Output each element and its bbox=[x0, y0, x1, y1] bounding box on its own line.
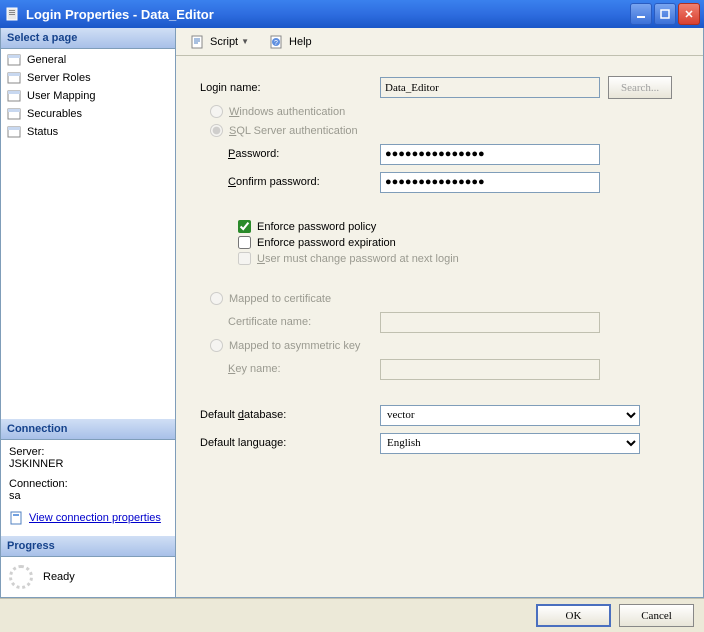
form-area: Login name: Search... Windows authentica… bbox=[176, 56, 703, 597]
must-change-checkbox: User must change password at next login bbox=[238, 252, 679, 265]
page-item-securables[interactable]: Securables bbox=[1, 105, 175, 123]
page-list: General Server Roles User Mapping Secura… bbox=[1, 49, 175, 143]
maximize-button[interactable] bbox=[654, 3, 676, 25]
script-label: Script bbox=[210, 36, 238, 48]
confirm-password-label: Confirm password: bbox=[200, 176, 380, 188]
search-button: Search... bbox=[608, 76, 672, 99]
windows-auth-radio: Windows authentication bbox=[210, 105, 679, 118]
window-title: Login Properties - Data_Editor bbox=[26, 7, 630, 22]
main-panel: Script ▼ ? Help Login name: Search... Wi… bbox=[176, 28, 703, 597]
script-dropdown-caret-icon: ▼ bbox=[241, 37, 249, 46]
view-connection-link-text[interactable]: View connection properties bbox=[29, 512, 161, 524]
default-lang-select[interactable]: English bbox=[380, 433, 640, 454]
connection-header: Connection bbox=[1, 419, 175, 440]
progress-spinner-icon bbox=[9, 565, 33, 589]
page-icon bbox=[7, 53, 23, 67]
login-name-label: Login name: bbox=[200, 82, 380, 94]
progress-status: Ready bbox=[43, 571, 75, 583]
default-lang-label: Default language: bbox=[200, 437, 380, 449]
default-db-label: Default database: bbox=[200, 409, 380, 421]
mapped-cert-radio: Mapped to certificate bbox=[210, 292, 679, 305]
page-icon bbox=[7, 71, 23, 85]
password-field[interactable] bbox=[380, 144, 600, 165]
server-label: Server: bbox=[9, 446, 167, 458]
button-bar: OK Cancel bbox=[0, 598, 704, 632]
svg-text:?: ? bbox=[274, 40, 278, 47]
page-item-user-mapping[interactable]: User Mapping bbox=[1, 87, 175, 105]
script-button[interactable]: Script ▼ bbox=[186, 32, 253, 52]
connection-label: Connection: bbox=[9, 478, 167, 490]
page-label: Securables bbox=[27, 108, 82, 120]
sql-auth-radio: SQL Server authentication bbox=[210, 124, 679, 137]
page-icon bbox=[7, 125, 23, 139]
page-label: General bbox=[27, 54, 66, 66]
view-connection-link[interactable]: View connection properties bbox=[9, 510, 167, 526]
cancel-button[interactable]: Cancel bbox=[619, 604, 694, 627]
enforce-policy-checkbox-input[interactable] bbox=[238, 220, 251, 233]
enforce-expiration-checkbox-input[interactable] bbox=[238, 236, 251, 249]
password-label: Password: bbox=[200, 148, 380, 160]
page-icon bbox=[7, 89, 23, 103]
progress-header: Progress bbox=[1, 536, 175, 557]
sql-auth-radio-input bbox=[210, 124, 223, 137]
must-change-checkbox-input bbox=[238, 252, 251, 265]
sidebar: Select a page General Server Roles User … bbox=[1, 28, 176, 597]
help-button[interactable]: ? Help bbox=[265, 32, 316, 52]
enforce-policy-checkbox[interactable]: Enforce password policy bbox=[238, 220, 679, 233]
cert-name-label: Certificate name: bbox=[200, 316, 380, 328]
page-icon bbox=[7, 107, 23, 121]
close-button[interactable]: ✕ bbox=[678, 3, 700, 25]
confirm-password-field[interactable] bbox=[380, 172, 600, 193]
mapped-cert-radio-input bbox=[210, 292, 223, 305]
connection-value: sa bbox=[9, 490, 167, 502]
ok-button[interactable]: OK bbox=[536, 604, 611, 627]
page-label: Status bbox=[27, 126, 58, 138]
app-icon bbox=[4, 6, 20, 22]
login-name-field[interactable] bbox=[380, 77, 600, 98]
key-name-field bbox=[380, 359, 600, 380]
enforce-expiration-checkbox[interactable]: Enforce password expiration bbox=[238, 236, 679, 249]
mapped-asym-radio-input bbox=[210, 339, 223, 352]
page-item-status[interactable]: Status bbox=[1, 123, 175, 141]
page-item-general[interactable]: General bbox=[1, 51, 175, 69]
mapped-asym-radio: Mapped to asymmetric key bbox=[210, 339, 679, 352]
page-label: User Mapping bbox=[27, 90, 95, 102]
script-icon bbox=[190, 34, 206, 50]
page-item-server-roles[interactable]: Server Roles bbox=[1, 69, 175, 87]
toolbar: Script ▼ ? Help bbox=[176, 28, 703, 56]
help-icon: ? bbox=[269, 34, 285, 50]
select-page-header: Select a page bbox=[1, 28, 175, 49]
page-label: Server Roles bbox=[27, 72, 91, 84]
server-value: JSKINNER bbox=[9, 458, 167, 470]
help-label: Help bbox=[289, 36, 312, 48]
titlebar[interactable]: Login Properties - Data_Editor ✕ bbox=[0, 0, 704, 28]
connection-properties-icon bbox=[9, 510, 25, 526]
windows-auth-radio-input bbox=[210, 105, 223, 118]
minimize-button[interactable] bbox=[630, 3, 652, 25]
default-db-select[interactable]: vector bbox=[380, 405, 640, 426]
cert-name-field bbox=[380, 312, 600, 333]
key-name-label: Key name: bbox=[200, 363, 380, 375]
